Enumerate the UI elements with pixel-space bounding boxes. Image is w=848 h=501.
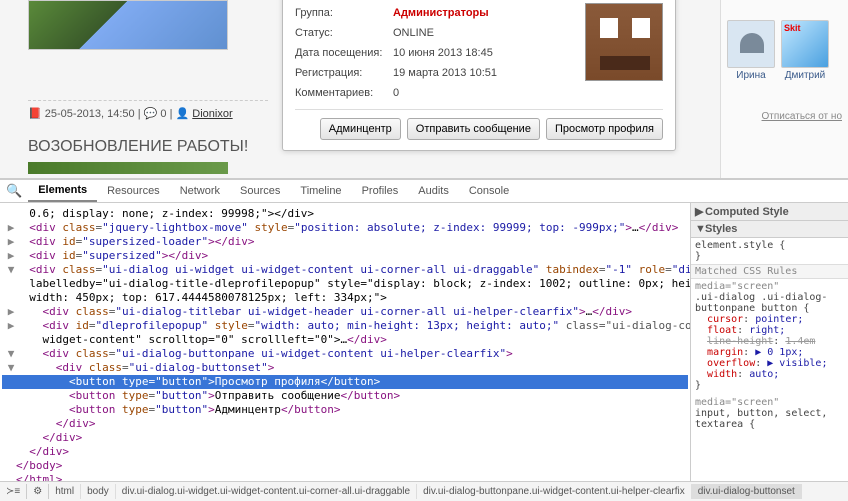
friend-avatar — [727, 20, 775, 68]
tab-console[interactable]: Console — [459, 181, 519, 201]
css-property[interactable]: width: auto; — [695, 369, 844, 380]
news-thumbnail[interactable] — [28, 0, 228, 50]
styles-header[interactable]: ▼Styles — [691, 221, 848, 238]
friend-item[interactable]: Ирина — [727, 20, 775, 81]
dom-node[interactable]: width: 450px; top: 617.4444580078125px; … — [2, 291, 688, 305]
dom-node[interactable]: </html> — [2, 473, 688, 481]
dom-node[interactable]: <button type="button">Админцентр</button… — [2, 403, 688, 417]
label-visit: Дата посещения: — [295, 43, 393, 63]
dom-node[interactable]: labelledby="ui-dialog-title-dleprofilepo… — [2, 277, 688, 291]
unsubscribe-link[interactable]: Отписаться от но — [727, 111, 842, 122]
media-query: media="screen" — [695, 281, 844, 292]
profile-dialog: Группа: Статус: Дата посещения: Регистра… — [282, 0, 676, 151]
page-content: 📕 25-05-2013, 14:50 | 💬 0 | 👤 Dionixor В… — [0, 0, 848, 178]
computed-style-header[interactable]: ▶Computed Style — [691, 203, 848, 221]
settings-icon[interactable]: ⚙ — [27, 484, 49, 499]
css-property[interactable]: margin: ▶ 0 1px; — [695, 347, 844, 358]
value-comments: 0 — [393, 83, 663, 103]
dom-node[interactable]: ▼ <div class="ui-dialog ui-widget ui-wid… — [2, 263, 688, 277]
tab-profiles[interactable]: Profiles — [352, 181, 409, 201]
news-meta: 📕 25-05-2013, 14:50 | 💬 0 | 👤 Dionixor — [28, 100, 268, 120]
breadcrumb-item[interactable]: div.ui-dialog-buttonset — [692, 484, 802, 499]
breadcrumb-item[interactable]: html — [49, 484, 81, 499]
meta-author-link[interactable]: Dionixor — [192, 108, 232, 120]
css-property[interactable]: float: right; — [695, 325, 844, 336]
meta-comments: 0 — [160, 108, 166, 120]
label-comments: Комментариев: — [295, 83, 393, 103]
tab-elements[interactable]: Elements — [28, 180, 97, 202]
css-property[interactable]: line-height: 1.4em — [695, 336, 844, 347]
avatar — [585, 3, 663, 81]
dom-node[interactable]: ▶ <div id="supersized"></div> — [2, 249, 688, 263]
news-title[interactable]: ВОЗОБНОВЛЕНИЕ РАБОТЫ! — [28, 138, 268, 156]
tab-sources[interactable]: Sources — [230, 181, 290, 201]
matched-rules-header: Matched CSS Rules — [691, 264, 848, 279]
news-card: 📕 25-05-2013, 14:50 | 💬 0 | 👤 Dionixor В… — [28, 0, 268, 174]
label-group: Группа: — [295, 3, 393, 23]
dialog-buttonpane: Админцентр Отправить сообщение Просмотр … — [295, 109, 663, 140]
dom-node[interactable]: </body> — [2, 459, 688, 473]
friend-name: Дмитрий — [781, 70, 829, 81]
tab-network[interactable]: Network — [170, 181, 230, 201]
devtools-tabs: 🔍 ElementsResourcesNetworkSourcesTimelin… — [0, 180, 848, 203]
sidebar: Ирина Дмитрий Отписаться от но — [720, 0, 848, 178]
dom-node[interactable]: widget-content" scrolltop="0" scrollleft… — [2, 333, 688, 347]
dom-node[interactable]: ▶ <div id="dleprofilepopup" style="width… — [2, 319, 688, 333]
css-selector: input, button, select, textarea { — [695, 408, 844, 430]
meta-date: 25-05-2013, 14:50 — [45, 108, 135, 120]
label-reg: Регистрация: — [295, 63, 393, 83]
tab-resources[interactable]: Resources — [97, 181, 170, 201]
inspect-icon[interactable]: 🔍 — [0, 181, 28, 201]
breadcrumb-item[interactable]: div.ui-dialog-buttonpane.ui-widget-conte… — [417, 484, 692, 499]
friend-avatar — [781, 20, 829, 68]
styles-panel[interactable]: ▶Computed Style ▼Styles element.style { … — [690, 203, 848, 481]
breadcrumbs: ≻≡ ⚙ htmlbodydiv.ui-dialog.ui-widget.ui-… — [0, 481, 848, 501]
devtools-panel: 🔍 ElementsResourcesNetworkSourcesTimelin… — [0, 178, 848, 501]
css-property[interactable]: overflow: ▶ visible; — [695, 358, 844, 369]
dom-node[interactable]: ▼ <div class="ui-dialog-buttonpane ui-wi… — [2, 347, 688, 361]
breadcrumb-item[interactable]: body — [81, 484, 116, 499]
dom-node[interactable]: <button type="button">Отправить сообщени… — [2, 389, 688, 403]
media-query: media="screen" — [695, 397, 844, 408]
dom-node[interactable]: ▶ <div class="jquery-lightbox-move" styl… — [2, 221, 688, 235]
dom-tree[interactable]: 0.6; display: none; z-index: 99998;"></d… — [0, 203, 690, 481]
tab-audits[interactable]: Audits — [408, 181, 459, 201]
view-profile-button[interactable]: Просмотр профиля — [546, 118, 663, 140]
dom-node[interactable]: </div> — [2, 431, 688, 445]
label-status: Статус: — [295, 23, 393, 43]
dom-node[interactable]: ▶ <div class="ui-dialog-titlebar ui-widg… — [2, 305, 688, 319]
breadcrumb-item[interactable]: div.ui-dialog.ui-widget.ui-widget-conten… — [116, 484, 417, 499]
css-selector: .ui-dialog .ui-dialog-buttonpane button … — [695, 292, 844, 314]
console-toggle-icon[interactable]: ≻≡ — [0, 484, 27, 499]
element-style-rule: element.style { — [695, 240, 844, 251]
dom-node[interactable]: </div> — [2, 445, 688, 459]
send-message-button[interactable]: Отправить сообщение — [407, 118, 540, 140]
tab-timeline[interactable]: Timeline — [290, 181, 351, 201]
dom-node[interactable]: <button type="button">Просмотр профиля</… — [2, 375, 688, 389]
dom-node[interactable]: 0.6; display: none; z-index: 99998;"></d… — [2, 207, 688, 221]
friend-item[interactable]: Дмитрий — [781, 20, 829, 81]
dom-node[interactable]: ▶ <div id="supersized-loader"></div> — [2, 235, 688, 249]
admin-button[interactable]: Админцентр — [320, 118, 401, 140]
friend-name: Ирина — [727, 70, 775, 81]
news-thumbnail-2[interactable] — [28, 162, 228, 174]
css-property[interactable]: cursor: pointer; — [695, 314, 844, 325]
dom-node[interactable]: ▼ <div class="ui-dialog-buttonset"> — [2, 361, 688, 375]
dom-node[interactable]: </div> — [2, 417, 688, 431]
